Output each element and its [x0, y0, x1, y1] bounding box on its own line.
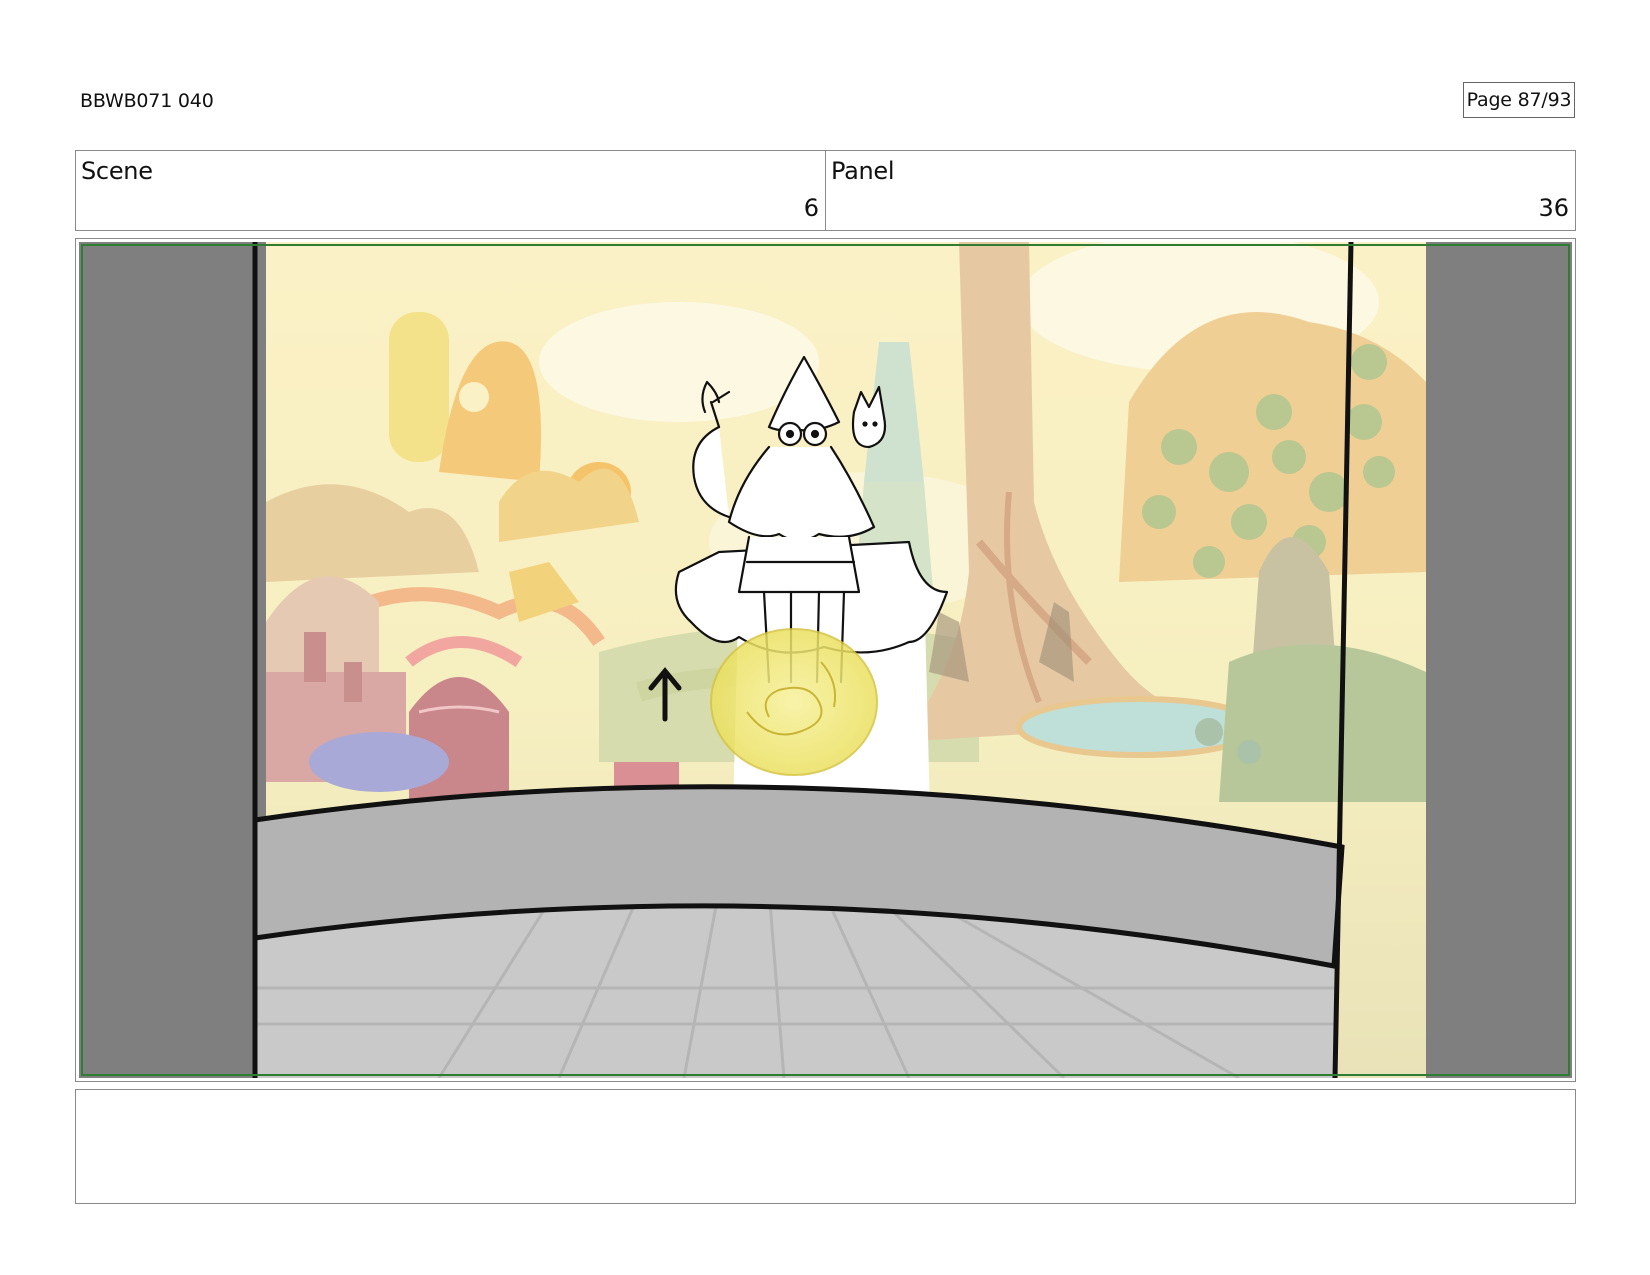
letterbox-right — [1421, 242, 1572, 1078]
notes-box — [75, 1089, 1576, 1204]
doc-id: BBWB071 040 — [80, 90, 214, 112]
info-row: Scene 6 Panel 36 — [75, 150, 1576, 231]
panel-label: Panel — [831, 157, 895, 185]
scene-label: Scene — [81, 157, 153, 185]
storyboard-panel-image — [79, 242, 1572, 1078]
scene-number: 6 — [803, 194, 819, 222]
panel-cell: Panel 36 — [825, 151, 1575, 230]
page-number-box: Page 87/93 — [1463, 82, 1575, 118]
panel-number: 36 — [1538, 194, 1569, 222]
scene-cell: Scene 6 — [76, 151, 825, 230]
yellow-orb — [710, 628, 878, 776]
letterbox-left — [79, 242, 266, 1078]
